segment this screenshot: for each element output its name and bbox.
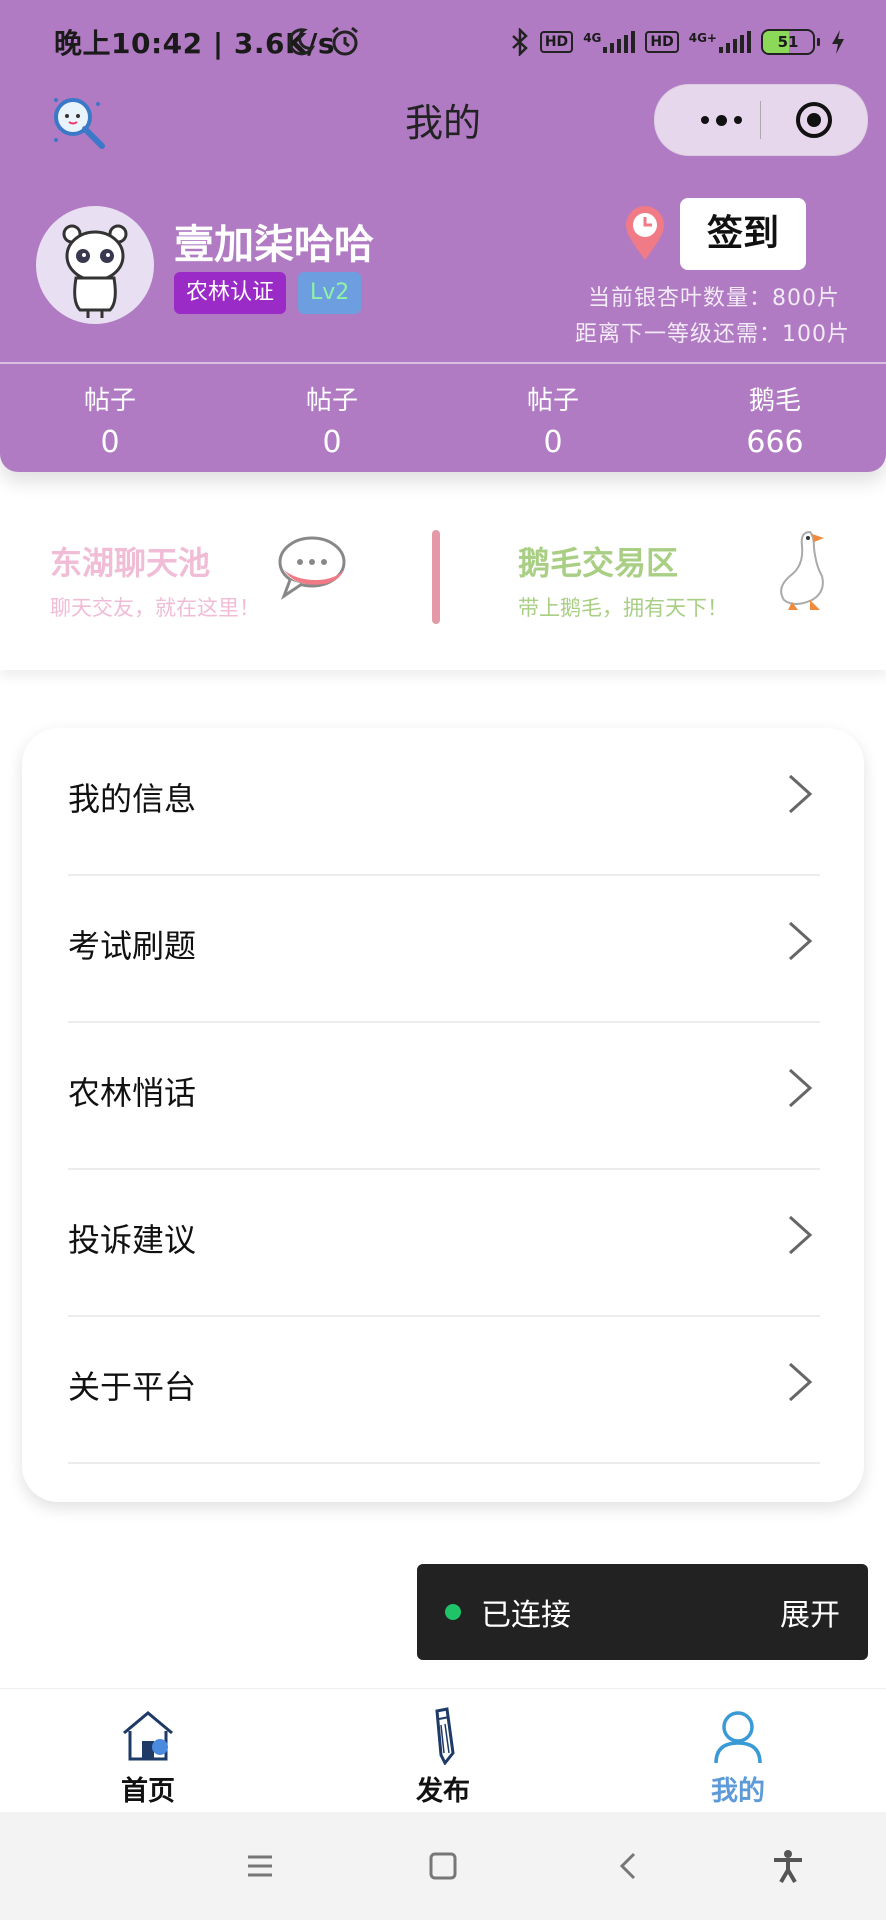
menu-item-label: 考试刷题 (68, 927, 197, 965)
pencil-icon (435, 1707, 455, 1765)
chevron-right-icon (788, 1215, 813, 1255)
chat-pool-title: 东湖聊天池 (50, 544, 211, 582)
next-level-text: 距离下一等级还需：100片 (575, 322, 850, 347)
moon-icon (288, 28, 316, 56)
stat-value: 0 (322, 425, 342, 460)
menu-item-exam-practice[interactable]: 考试刷题 (68, 875, 820, 1023)
menu-item-label: 关于平台 (68, 1368, 197, 1406)
menu-icon[interactable] (242, 1848, 278, 1884)
stat-label: 帖子 (83, 386, 136, 416)
checkin-button[interactable]: 签到 (680, 198, 806, 270)
stats-row: 帖子 0 帖子 0 帖子 0 鹅毛 666 (0, 380, 886, 460)
more-menu-button[interactable] (685, 85, 757, 155)
battery-icon: 51 (761, 29, 820, 55)
menu-item-label: 农林悄话 (68, 1074, 197, 1112)
stat-value: 666 (746, 425, 804, 460)
clock-pin-icon (626, 206, 664, 260)
charging-icon (832, 30, 844, 54)
home-icon (123, 1711, 173, 1761)
tab-label: 首页 (121, 1776, 175, 1807)
stat-label: 帖子 (526, 386, 579, 416)
feather-trade-entry[interactable]: 鹅毛交易区 带上鹅毛，拥有天下！ (456, 500, 886, 670)
header-divider (0, 362, 886, 364)
hd-badge: HD (539, 31, 574, 53)
user-icon (714, 1711, 762, 1764)
stat-value: 0 (543, 425, 563, 460)
chat-bubble-icon (278, 536, 346, 600)
accessibility-icon[interactable] (770, 1848, 806, 1884)
system-nav-bar (0, 1812, 886, 1920)
stat-label: 鹅毛 (748, 386, 801, 416)
close-target-icon[interactable] (795, 101, 833, 139)
tab-mine[interactable]: 我的 (668, 1689, 808, 1813)
tab-home[interactable]: 首页 (78, 1689, 218, 1813)
tab-label: 我的 (711, 1776, 765, 1807)
stat-posts-2[interactable]: 帖子 0 (252, 380, 412, 460)
chevron-right-icon (788, 1362, 813, 1402)
back-icon[interactable] (612, 1848, 648, 1884)
stat-label: 帖子 (305, 386, 358, 416)
network-type-2: 4G+ (688, 31, 717, 45)
connection-toast: 已连接 展开 (417, 1564, 868, 1660)
tab-publish[interactable]: 发布 (373, 1689, 513, 1813)
menu-card: 我的信息 考试刷题 农林悄话 投诉建议 关于平台 (22, 728, 864, 1502)
goose-icon (780, 530, 824, 610)
chevron-right-icon (788, 774, 813, 814)
quick-divider (432, 530, 440, 624)
tab-label: 发布 (416, 1776, 470, 1807)
feather-trade-subtitle: 带上鹅毛，拥有天下！ (518, 596, 728, 620)
connection-status-text: 已连接 (481, 1598, 571, 1633)
username: 壹加柒哈哈 (174, 222, 374, 268)
network-type: 4G (583, 31, 602, 45)
avatar[interactable] (36, 206, 154, 324)
chevron-right-icon (788, 921, 813, 961)
bottom-tab-bar: 首页 发布 我的 (0, 1688, 886, 1813)
quick-entry-bar: 东湖聊天池 聊天交友，就在这里！ 鹅毛交易区 带上鹅毛，拥有天下！ (0, 500, 886, 670)
alarm-icon (332, 26, 358, 56)
expand-button[interactable]: 展开 (780, 1590, 840, 1634)
signal-icon (603, 31, 636, 53)
leaf-count-text: 当前银杏叶数量：800片 (588, 286, 840, 311)
menu-item-label: 投诉建议 (68, 1221, 197, 1259)
home-square-icon[interactable] (425, 1848, 461, 1884)
chat-pool-subtitle: 聊天交友，就在这里！ (50, 596, 260, 620)
stat-posts-3[interactable]: 帖子 0 (473, 380, 633, 460)
menu-item-feedback[interactable]: 投诉建议 (68, 1169, 820, 1317)
stat-posts-1[interactable]: 帖子 0 (30, 380, 190, 460)
connected-status-dot (445, 1604, 461, 1620)
level-badge: Lv2 (298, 272, 362, 314)
status-right: HD 4G HD 4G+ 51 (510, 22, 846, 62)
certification-badge: 农林认证 (174, 272, 287, 314)
chevron-right-icon (788, 1068, 813, 1108)
menu-item-my-info[interactable]: 我的信息 (68, 728, 820, 876)
hd-badge-2: HD (645, 31, 679, 53)
mini-program-capsule (654, 84, 868, 156)
battery-level: 51 (777, 33, 799, 51)
stat-feathers[interactable]: 鹅毛 666 (695, 380, 855, 460)
menu-item-label: 我的信息 (68, 780, 197, 818)
status-bar: 晚上10:42 | 3.6K/s HD 4G HD 4G+ 51 (0, 0, 886, 80)
chat-pool-entry[interactable]: 东湖聊天池 聊天交友，就在这里！ (0, 500, 430, 670)
panda-avatar-icon (62, 224, 128, 318)
stat-value: 0 (100, 425, 120, 460)
menu-item-whispers[interactable]: 农林悄话 (68, 1022, 820, 1170)
menu-item-about[interactable]: 关于平台 (68, 1316, 820, 1464)
bluetooth-icon (511, 28, 528, 56)
feather-trade-title: 鹅毛交易区 (518, 544, 679, 582)
signal-icon-2 (719, 31, 751, 53)
